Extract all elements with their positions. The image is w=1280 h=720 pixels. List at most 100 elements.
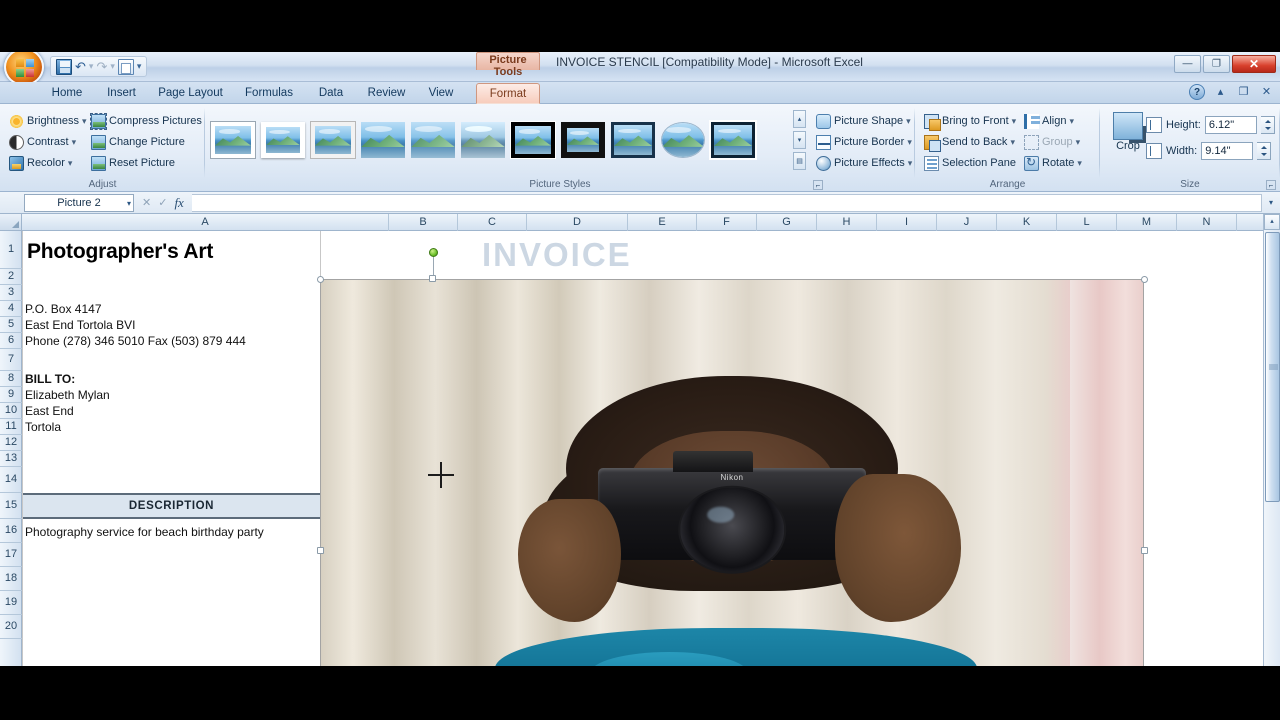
height-input[interactable]: 6.12" bbox=[1204, 116, 1257, 134]
send-to-back-button[interactable]: Send to Back ▾ bbox=[921, 133, 1018, 152]
rotate-handle[interactable] bbox=[429, 248, 438, 257]
column-header-M[interactable]: M bbox=[1117, 214, 1177, 231]
cancel-formula-icon[interactable]: ✕ bbox=[142, 196, 151, 209]
row-header-19[interactable]: 19 bbox=[0, 591, 22, 615]
handle-top-center[interactable] bbox=[429, 275, 436, 282]
bring-to-front-button[interactable]: Bring to Front ▾ bbox=[921, 112, 1019, 131]
picture-effects-dropdown-icon[interactable]: ▾ bbox=[908, 158, 913, 169]
picture-style-1[interactable] bbox=[210, 121, 256, 159]
row-header-16[interactable]: 16 bbox=[0, 519, 22, 543]
row-header-15[interactable]: 15 bbox=[0, 493, 22, 519]
row-header-1[interactable]: 1 bbox=[0, 231, 22, 269]
office-button[interactable] bbox=[4, 52, 44, 86]
column-header-C[interactable]: C bbox=[458, 214, 527, 231]
ribbon-tab-view[interactable]: View bbox=[420, 83, 462, 104]
contrast-dropdown-icon[interactable]: ▾ bbox=[72, 137, 77, 148]
rotate-button[interactable]: Rotate▾ bbox=[1021, 154, 1085, 172]
name-box[interactable]: Picture 2 ▾ bbox=[24, 193, 134, 212]
row-header-20[interactable]: 20 bbox=[0, 615, 22, 639]
row-header-9[interactable]: 9 bbox=[0, 387, 22, 403]
column-header-G[interactable]: G bbox=[757, 214, 817, 231]
column-header-K[interactable]: K bbox=[997, 214, 1057, 231]
customize-qat-icon[interactable]: ▾ bbox=[137, 61, 142, 72]
row-header-7[interactable]: 7 bbox=[0, 349, 22, 371]
picture-style-4[interactable] bbox=[361, 122, 405, 158]
picture-styles-gallery[interactable] bbox=[210, 110, 757, 170]
gallery-scroll-down[interactable]: ▾ bbox=[793, 131, 806, 149]
ribbon-tab-formulas[interactable]: Formulas bbox=[236, 83, 302, 104]
close-button[interactable]: ✕ bbox=[1232, 55, 1276, 73]
column-header-B[interactable]: B bbox=[389, 214, 458, 231]
redo-dropdown-icon[interactable]: ▾ bbox=[110, 61, 115, 72]
picture-style-6[interactable] bbox=[461, 122, 505, 158]
column-header-J[interactable]: J bbox=[937, 214, 997, 231]
scrollbar-thumb[interactable] bbox=[1265, 232, 1280, 502]
select-all-corner[interactable] bbox=[0, 214, 22, 231]
ribbon-tab-review[interactable]: Review bbox=[360, 83, 413, 104]
column-header-H[interactable]: H bbox=[817, 214, 877, 231]
width-stepper[interactable] bbox=[1257, 142, 1272, 160]
ribbon-tab-page-layout[interactable]: Page Layout bbox=[151, 83, 230, 104]
bring-to-front-dropdown-icon[interactable]: ▾ bbox=[1012, 116, 1017, 127]
row-header-8[interactable]: 8 bbox=[0, 371, 22, 387]
selection-pane-button[interactable]: Selection Pane bbox=[921, 154, 1019, 172]
row-header-14[interactable]: 14 bbox=[0, 467, 22, 493]
row-header-2[interactable]: 2 bbox=[0, 269, 22, 285]
picture-style-10[interactable] bbox=[661, 122, 705, 158]
picture-style-8[interactable] bbox=[561, 122, 605, 158]
brightness-dropdown-icon[interactable]: ▾ bbox=[82, 116, 87, 127]
picture-effects-button[interactable]: Picture Effects ▾ bbox=[813, 154, 915, 172]
picture-style-11[interactable] bbox=[709, 120, 757, 160]
picture-style-2[interactable] bbox=[261, 122, 305, 158]
picture-style-7[interactable] bbox=[510, 121, 556, 159]
gallery-more-button[interactable]: ▤ bbox=[793, 152, 806, 170]
recolor-dropdown-icon[interactable]: ▾ bbox=[68, 158, 73, 169]
cell-a8-bill-to-label[interactable]: BILL TO: bbox=[25, 372, 75, 386]
print-preview-icon[interactable] bbox=[117, 58, 134, 75]
restore-window-icon[interactable]: ❐ bbox=[1236, 85, 1251, 100]
width-input[interactable]: 9.14" bbox=[1201, 142, 1254, 160]
enter-formula-icon[interactable]: ✓ bbox=[158, 196, 167, 209]
cell-a9-bill-to-name[interactable]: Elizabeth Mylan bbox=[25, 388, 110, 402]
handle-middle-left[interactable] bbox=[317, 547, 324, 554]
picture-border-button[interactable]: Picture Border ▾ bbox=[813, 133, 915, 151]
picture-style-9[interactable] bbox=[611, 122, 655, 158]
picture-style-5[interactable] bbox=[411, 122, 455, 158]
ribbon-tab-insert[interactable]: Insert bbox=[99, 83, 144, 104]
column-header-D[interactable]: D bbox=[527, 214, 628, 231]
row-header-5[interactable]: 5 bbox=[0, 317, 22, 333]
picture-shape-button[interactable]: Picture Shape ▾ bbox=[813, 112, 914, 130]
cell-a6-phone[interactable]: Phone (278) 346 5010 Fax (503) 879 444 bbox=[25, 334, 246, 348]
ribbon-tab-data[interactable]: Data bbox=[310, 83, 352, 104]
row-header-13[interactable]: 13 bbox=[0, 451, 22, 467]
brightness-button[interactable]: Brightness ▾ bbox=[6, 112, 90, 130]
picture-border-dropdown-icon[interactable]: ▾ bbox=[907, 137, 912, 148]
cell-a5-city[interactable]: East End Tortola BVI bbox=[25, 318, 136, 332]
align-dropdown-icon[interactable]: ▾ bbox=[1069, 116, 1074, 127]
cell-a11-bill-to-addr2[interactable]: Tortola bbox=[25, 420, 61, 434]
cell-a16-description[interactable]: Photography service for beach birthday p… bbox=[25, 525, 264, 539]
expand-formula-bar-icon[interactable]: ▾ bbox=[1262, 194, 1280, 212]
cell-a4-po-box[interactable]: P.O. Box 4147 bbox=[25, 302, 102, 316]
minimize-ribbon-icon[interactable]: ▴ bbox=[1213, 85, 1228, 100]
recolor-button[interactable]: Recolor ▾ bbox=[6, 154, 75, 172]
contrast-button[interactable]: Contrast ▾ bbox=[6, 133, 79, 151]
close-workbook-icon[interactable]: ✕ bbox=[1259, 85, 1274, 100]
sheet-canvas[interactable]: Photographer's Art INVOICE P.O. Box 4147… bbox=[22, 231, 1263, 666]
picture-styles-dialog-launcher[interactable]: ⌐ bbox=[813, 180, 823, 190]
reset-picture-button[interactable]: Reset Picture bbox=[88, 154, 178, 172]
undo-dropdown-icon[interactable]: ▾ bbox=[89, 61, 94, 72]
insert-function-icon[interactable]: fx bbox=[174, 195, 183, 211]
name-box-dropdown-icon[interactable]: ▾ bbox=[127, 195, 131, 212]
size-dialog-launcher[interactable]: ⌐ bbox=[1266, 180, 1276, 190]
column-header-E[interactable]: E bbox=[628, 214, 697, 231]
crop-button[interactable]: Crop bbox=[1108, 110, 1148, 164]
compress-pictures-button[interactable]: Compress Pictures bbox=[88, 112, 205, 130]
handle-top-left[interactable] bbox=[317, 276, 324, 283]
row-header-17[interactable]: 17 bbox=[0, 543, 22, 567]
ribbon-tab-home[interactable]: Home bbox=[44, 83, 90, 104]
change-picture-button[interactable]: Change Picture bbox=[88, 133, 188, 151]
rotate-dropdown-icon[interactable]: ▾ bbox=[1077, 158, 1082, 169]
undo-icon[interactable]: ↶ bbox=[75, 59, 86, 74]
group-dropdown-icon[interactable]: ▾ bbox=[1076, 137, 1081, 148]
